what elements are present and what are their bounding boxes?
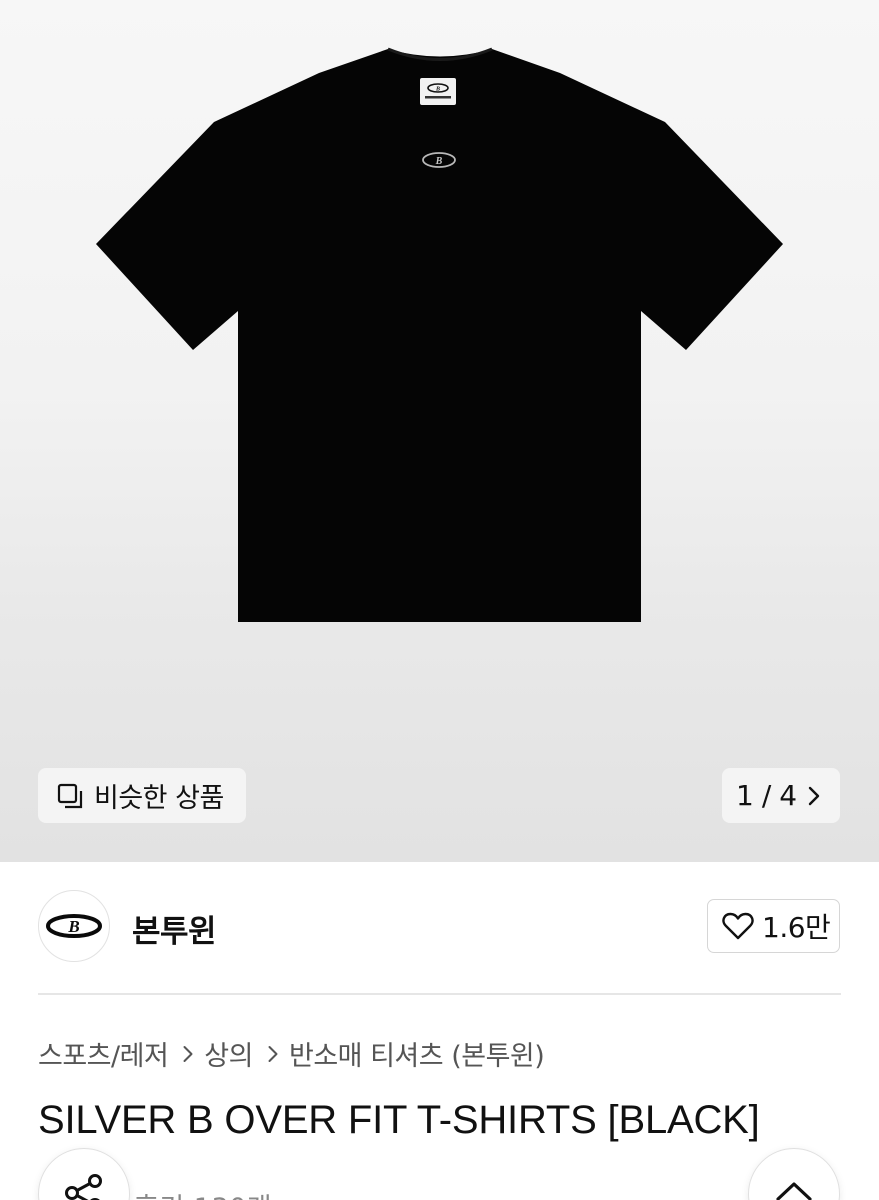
like-count: 1.6만: [762, 911, 831, 944]
brand-logo-icon: B: [46, 914, 102, 938]
section-divider: [38, 993, 841, 995]
pager-current: 1: [736, 779, 754, 812]
breadcrumb-item-short-sleeve[interactable]: 반소매 티셔츠 (본투윈): [289, 1034, 545, 1073]
svg-text:B: B: [67, 917, 79, 936]
chevron-right-icon: [807, 785, 821, 807]
share-button[interactable]: [38, 1148, 130, 1200]
scroll-top-button[interactable]: [748, 1148, 840, 1200]
chevron-right-icon: [267, 1044, 279, 1064]
product-title: SILVER B OVER FIT T-SHIRTS [BLACK]: [38, 1098, 760, 1142]
svg-text:B: B: [435, 87, 440, 93]
product-image-carousel[interactable]: B B 비슷한 상품 1 / 4: [0, 0, 879, 862]
similar-products-button[interactable]: 비슷한 상품: [38, 768, 246, 823]
breadcrumb: 스포츠/레저 상의 반소매 티셔츠 (본투윈): [38, 1034, 545, 1073]
similar-products-label: 비슷한 상품: [94, 783, 224, 814]
chevron-up-icon: [776, 1182, 812, 1200]
product-detail-page: B B 비슷한 상품 1 / 4 B 본투윈 1.6만 스포츠/레저 상의 반소…: [0, 0, 879, 1200]
chevron-right-icon: [182, 1044, 194, 1064]
copy-icon: [56, 782, 84, 810]
heart-icon: [722, 912, 754, 940]
like-button[interactable]: 1.6만: [707, 899, 840, 953]
image-pager[interactable]: 1 / 4: [722, 768, 840, 823]
image-pager-text: 1 / 4: [736, 779, 797, 812]
pager-separator: /: [761, 779, 772, 812]
brand-logo[interactable]: B: [38, 890, 110, 962]
breadcrumb-item-tops[interactable]: 상의: [204, 1034, 253, 1073]
product-image: B B: [96, 47, 783, 622]
share-icon: [65, 1174, 102, 1200]
review-count[interactable]: 후기 130개: [134, 1186, 272, 1200]
pager-total: 4: [779, 779, 798, 812]
brand-name[interactable]: 본투윈: [132, 906, 217, 951]
breadcrumb-item-sports[interactable]: 스포츠/레저: [38, 1034, 169, 1073]
svg-text:B: B: [435, 156, 443, 167]
